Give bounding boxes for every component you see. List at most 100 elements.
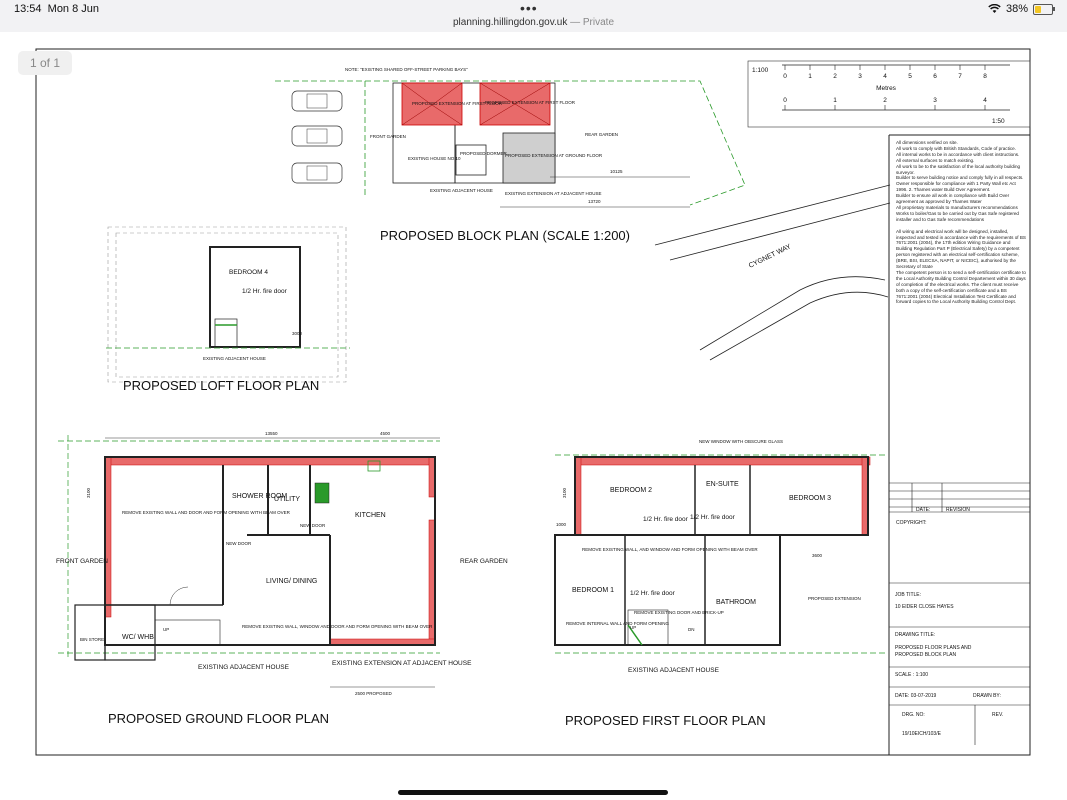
scale-top-tick-label: 1	[808, 73, 812, 80]
first-dim-right: 3600	[812, 553, 823, 558]
first-dim-left: 1000	[556, 522, 567, 527]
block-plan-title: PROPOSED BLOCK PLAN (SCALE 1:200)	[380, 228, 630, 243]
ground-dim-bottom: 2500 PROPOSED	[355, 691, 393, 696]
first-bed2: BEDROOM 2	[610, 487, 652, 494]
scale-bottom-tick-label: 4	[983, 97, 987, 104]
scale-top-ticks: 0 1 2 3 4 5 6 7 8	[783, 65, 987, 80]
ground-wc: WC/ WHB	[122, 634, 154, 641]
scale-bottom-label: 1:50	[992, 118, 1005, 125]
road-label: CYGNET WAY	[748, 243, 793, 270]
ground-new-door1: NEW DOOR	[226, 541, 252, 546]
first-remove-internal: REMOVE INTERNAL WALL AND FORM OPENING	[566, 621, 670, 626]
first-fire2: 1/2 Hr. fire door	[690, 514, 736, 521]
block-dim1: 10125	[610, 169, 623, 174]
status-right: 38%	[988, 3, 1055, 15]
first-remove-door: REMOVE EXISTING DOOR AND BRICK-UP	[634, 610, 724, 615]
tb-date-col: DATE:	[916, 507, 930, 513]
block-dormer: PROPOSED DORMER	[460, 151, 508, 156]
block-existing-house: EXISTING HOUSE NO.10	[408, 156, 461, 161]
first-new-window: NEW WINDOW WITH OBSCURE GLASS	[699, 439, 783, 444]
loft-bedroom: BEDROOM 4	[229, 269, 268, 276]
ground-floor-title: PROPOSED GROUND FLOOR PLAN	[108, 711, 329, 726]
first-dim-side: 3100	[562, 487, 567, 498]
ground-utility: UTILITY	[274, 496, 300, 503]
tb-copyright: COPYRIGHT:	[896, 520, 927, 526]
scale-bottom-tick-label: 0	[783, 97, 787, 104]
first-dn: DN	[688, 627, 695, 632]
scale-top-tick-label: 5	[908, 73, 912, 80]
first-fire3: 1/2 Hr. fire door	[630, 590, 676, 597]
ground-bin: BIN STORE	[80, 637, 104, 642]
scale-bottom-tick-label: 2	[883, 97, 887, 104]
loft-plan: BEDROOM 4 1/2 Hr. fire door EXISTING ADJ…	[106, 226, 350, 393]
loft-dim: 3000	[292, 331, 303, 336]
first-fire1: 1/2 Hr. fire door	[643, 516, 689, 523]
scale-bottom-tick-label: 3	[933, 97, 937, 104]
first-remove-wall: REMOVE EXISTING WALL, AND WINDOW AND FOR…	[582, 547, 758, 552]
page-indicator: 1 of 1	[18, 51, 72, 75]
general-notes: All dimensions verified on site. All wor…	[896, 140, 1026, 305]
battery-fill	[1035, 5, 1042, 13]
ground-floor-plan: 13550 4500 3100 REMOVE EXISTING WALL AND…	[56, 431, 508, 726]
block-dim2: 13720	[588, 199, 601, 204]
ground-dim-b: 4500	[380, 431, 391, 436]
scale-top-tick-label: 3	[858, 73, 862, 80]
scale-bottom-tick-label: 1	[833, 97, 837, 104]
battery-percent: 38%	[1005, 3, 1028, 15]
scale-top-tick-label: 2	[833, 73, 837, 80]
ground-existing-ext: EXISTING EXTENSION AT ADJACENT HOUSE	[332, 660, 472, 667]
tb-drawn-by: DRAWN BY:	[973, 693, 1001, 699]
first-ensuite: EN-SUITE	[706, 481, 739, 488]
status-bar: 13:54 Mon 8 Jun ••• planning.hillingdon.…	[0, 0, 1067, 32]
first-bathroom: BATHROOM	[716, 599, 756, 606]
block-adjacent: EXISTING ADJACENT HOUSE	[430, 188, 493, 193]
address-bar[interactable]: planning.hillingdon.gov.uk — Private	[0, 17, 1067, 28]
home-indicator[interactable]	[398, 790, 668, 795]
scale-top-tick-label: 8	[983, 73, 987, 80]
tb-job-title-label: JOB TITLE:	[895, 592, 921, 598]
loft-adjacent: EXISTING ADJACENT HOUSE	[203, 356, 266, 361]
first-bed3: BEDROOM 3	[789, 495, 831, 502]
scale-top-tick-label: 0	[783, 73, 787, 80]
loft-plan-title: PROPOSED LOFT FLOOR PLAN	[123, 378, 319, 393]
tb-job-title: 10 EIDER CLOSE HAYES	[895, 604, 954, 610]
first-up: UP	[630, 625, 636, 630]
first-floor-title: PROPOSED FIRST FLOOR PLAN	[565, 713, 766, 728]
first-proposed-ext: PROPOSED EXTENSION	[808, 596, 861, 601]
block-front-garden: FRONT GARDEN	[370, 134, 406, 139]
tb-drawing-title-1: PROPOSED FLOOR PLANS AND	[895, 645, 972, 651]
scale-unit: Metres	[876, 85, 897, 92]
ground-remove-wall2: REMOVE EXISTING WALL, WINDOW AND DOOR AN…	[242, 624, 433, 629]
tb-scale: SCALE : 1:100	[895, 672, 928, 678]
tb-revision-col: REVISION	[946, 507, 970, 513]
ground-dim-a: 13550	[265, 431, 278, 436]
scale-top-tick-label: 4	[883, 73, 887, 80]
tb-drawing-title-2: PROPOSED BLOCK PLAN	[895, 652, 957, 658]
car-icon	[291, 162, 343, 184]
scale-top-label: 1:100	[752, 67, 769, 74]
wifi-icon	[988, 4, 1001, 13]
block-rear-garden: REAR GARDEN	[585, 132, 618, 137]
status-time: 13:54 Mon 8 Jun	[14, 3, 100, 15]
parking-note: NOTE: "EXISTING SHARED OFF-STREET PARKIN…	[345, 67, 468, 72]
first-floor-plan: NEW WINDOW WITH OBSCURE GLASS BEDROOM 2 …	[554, 439, 885, 728]
first-existing-adjacent: EXISTING ADJACENT HOUSE	[628, 667, 720, 674]
scale-bar: 1:100 0 1 2 3 4 5 6 7 8 Metres 0 1 2 3 4 1:50	[747, 60, 1031, 128]
loft-fire-door: 1/2 Hr. fire door	[242, 288, 288, 295]
first-bed1: BEDROOM 1	[572, 587, 614, 594]
scale-top-tick-label: 7	[958, 73, 962, 80]
tb-drg-no-label: DRG. NO:	[902, 712, 925, 718]
ground-up: UP	[163, 627, 169, 632]
scale-top-tick-label: 6	[933, 73, 937, 80]
tb-rev-label: REV.	[992, 712, 1003, 718]
tb-date: DATE: 03-07-2019	[895, 693, 937, 699]
ground-existing-adjacent: EXISTING ADJACENT HOUSE	[198, 664, 290, 671]
battery-icon	[1033, 3, 1055, 15]
tb-drg-no: 19/10EICH/103/E	[902, 731, 942, 737]
multitask-dots[interactable]: •••	[520, 0, 538, 16]
ground-dim-side: 3100	[86, 487, 91, 498]
block-proposed-ext-first2: PROPOSED EXTENSION AT FIRST FLOOR	[485, 100, 576, 105]
ground-new-door2: NEW DOOR	[300, 523, 326, 528]
block-plan: NOTE: "EXISTING SHARED OFF-STREET PARKIN…	[275, 67, 891, 361]
car-icon	[291, 90, 343, 112]
